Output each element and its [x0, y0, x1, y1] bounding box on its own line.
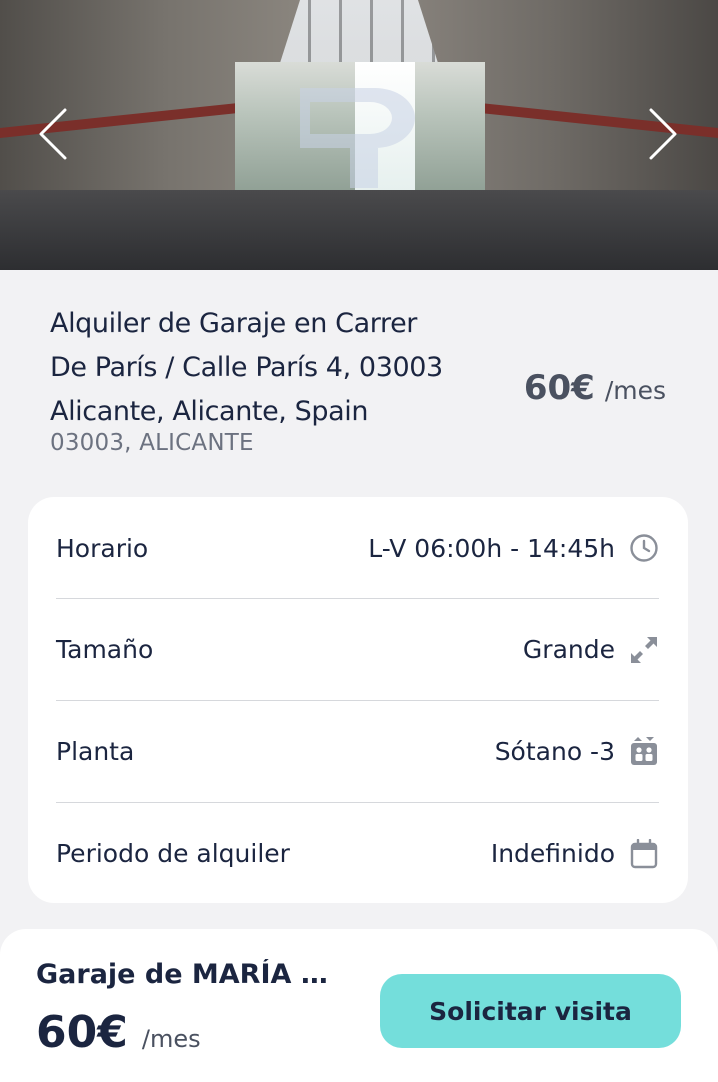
booking-price: 60€ /mes [36, 1007, 201, 1058]
price-amount: 60€ [523, 368, 595, 408]
details-card: Horario L-V 06:00h - 14:45h Tamaño Grand… [28, 497, 688, 903]
garage-floor [0, 190, 718, 270]
detail-row-periodo: Periodo de alquiler Indefinido [56, 802, 659, 904]
detail-row-tamano: Tamaño Grande [56, 598, 659, 700]
detail-value: Grande [522, 635, 615, 664]
detail-value: Sótano -3 [494, 737, 615, 766]
calendar-icon [630, 838, 658, 868]
request-visit-button[interactable]: Solicitar visita [380, 974, 681, 1048]
listing-price: 60€ /mes [524, 368, 666, 408]
detail-label: Planta [56, 737, 135, 766]
detail-label: Horario [56, 533, 149, 563]
detail-row-planta: Planta Sótano -3 [56, 700, 659, 802]
listing-location: 03003, ALICANTE [50, 430, 254, 456]
detail-value: L-V 06:00h - 14:45h [368, 533, 615, 563]
elevator-icon [631, 736, 657, 765]
detail-label: Tamaño [56, 635, 154, 664]
carousel-next-chevron-icon[interactable] [648, 108, 678, 160]
booking-bar: Garaje de MARÍA R... 60€ /mes Solicitar … [0, 929, 718, 1082]
photo-carousel[interactable] [0, 0, 718, 270]
detail-value: Indefinido [490, 839, 615, 868]
detail-row-horario: Horario L-V 06:00h - 14:45h [56, 497, 659, 599]
garage-owner-name: Garaje de MARÍA R... [36, 959, 336, 990]
brand-watermark-icon [300, 88, 415, 188]
booking-price-unit: /mes [141, 1025, 201, 1053]
listing-summary: Alquiler de Garaje en Carrer De París / … [0, 270, 718, 485]
detail-label: Periodo de alquiler [56, 839, 290, 868]
expand-arrows-icon [631, 636, 657, 663]
booking-price-amount: 60€ [36, 1007, 128, 1058]
carousel-prev-chevron-icon[interactable] [38, 108, 68, 160]
price-unit: /mes [604, 376, 666, 405]
clock-icon [630, 534, 658, 562]
listing-title: Alquiler de Garaje en Carrer De París / … [50, 308, 443, 427]
